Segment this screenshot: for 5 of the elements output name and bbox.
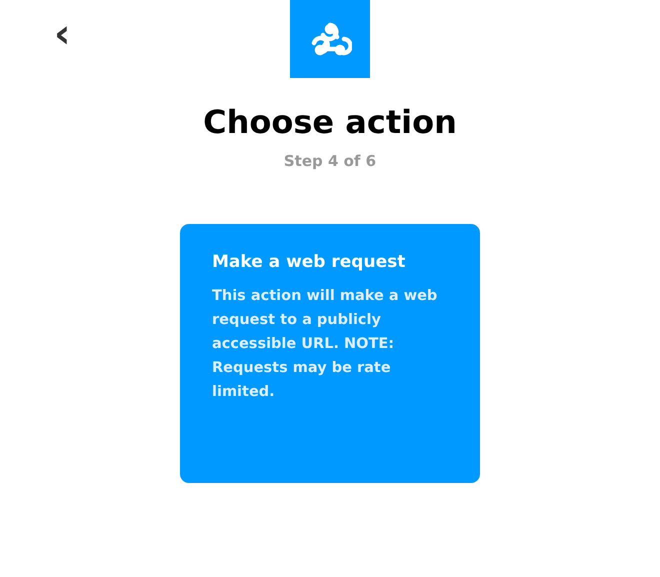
step-indicator: Step 4 of 6: [284, 152, 376, 170]
action-description: This action will make a web request to a publicly accessible URL. NOTE: Requests may be rate limited.: [212, 287, 438, 402]
back-button[interactable]: ‹: [50, 18, 74, 50]
page-title: Choose action: [203, 102, 457, 142]
action-title: Make a web request: [212, 252, 406, 272]
